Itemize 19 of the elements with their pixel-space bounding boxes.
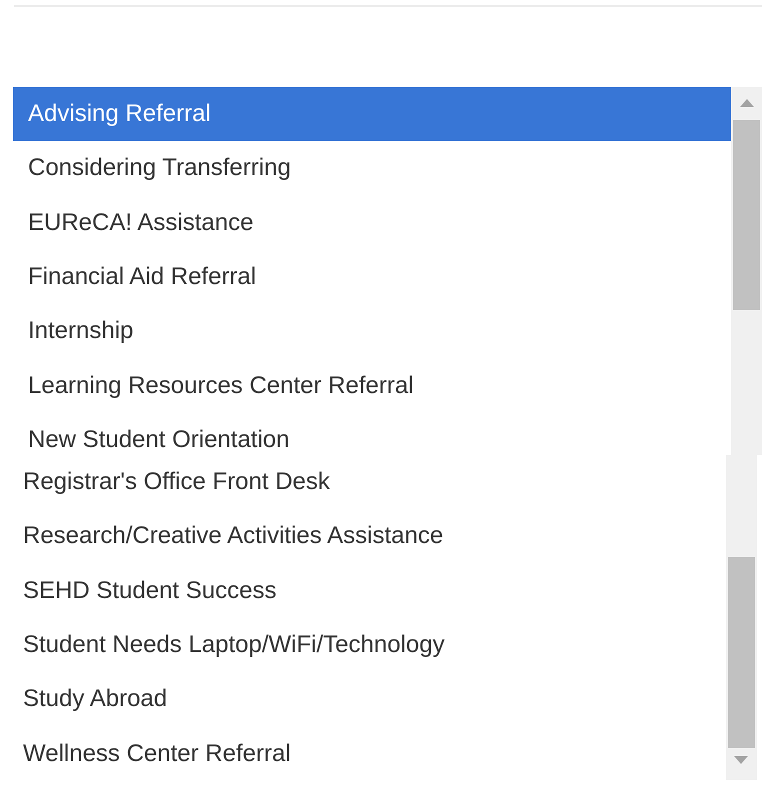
- scrollbar-thumb[interactable]: [733, 120, 760, 310]
- list-option[interactable]: Study Abroad: [0, 672, 726, 726]
- list-option[interactable]: New Student Orientation: [13, 412, 731, 455]
- list-option[interactable]: Research/Creative Activities Assistance: [0, 509, 726, 564]
- list-option[interactable]: Considering Transferring: [13, 141, 731, 196]
- list-option[interactable]: Financial Aid Referral: [13, 250, 731, 304]
- list-option[interactable]: Wellness Center Referral: [0, 726, 726, 780]
- list-option[interactable]: Learning Resources Center Referral: [13, 358, 731, 413]
- list-option[interactable]: Registrar's Office Front Desk: [0, 455, 726, 510]
- list-option[interactable]: SEHD Student Success: [0, 564, 726, 618]
- list-option[interactable]: Student Needs Laptop/WiFi/Technology: [0, 618, 726, 672]
- scrollbar-thumb[interactable]: [728, 557, 755, 748]
- scrollbar[interactable]: [731, 87, 762, 455]
- list-option[interactable]: Advising Referral: [13, 87, 731, 142]
- list-option[interactable]: EUReCA! Assistance: [13, 196, 731, 250]
- list-option[interactable]: Internship: [13, 304, 731, 358]
- scrollbar[interactable]: [726, 455, 757, 780]
- scroll-down-icon[interactable]: [734, 756, 748, 764]
- scroll-up-icon[interactable]: [740, 99, 754, 107]
